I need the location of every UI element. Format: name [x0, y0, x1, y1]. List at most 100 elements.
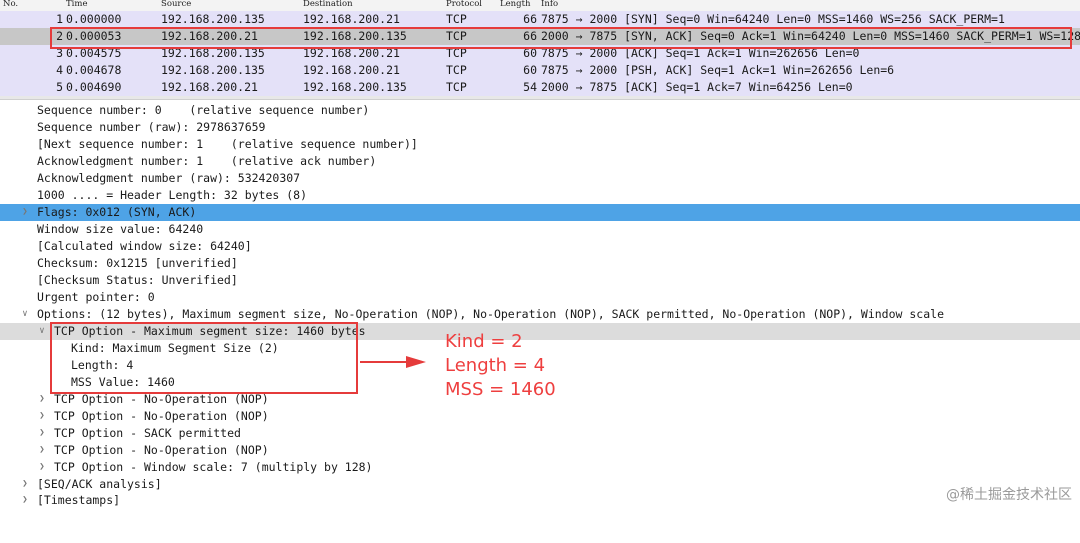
packet-row[interactable]: 5 0.004690 192.168.200.21 192.168.200.13…: [0, 79, 1080, 96]
packet-no: 4: [56, 63, 63, 77]
detail-text: MSS Value: 1460: [71, 375, 175, 389]
detail-text: Checksum: 0x1215 [unverified]: [37, 256, 238, 270]
expand-chevron-icon[interactable]: ❯: [37, 459, 47, 476]
packet-row-selected[interactable]: 2 0.000053 192.168.200.21 192.168.200.13…: [0, 28, 1080, 45]
annotation-arrow-icon: [360, 356, 426, 368]
column-header-info[interactable]: Info: [541, 0, 558, 9]
packet-protocol: TCP: [446, 46, 467, 60]
packet-destination: 192.168.200.135: [303, 29, 407, 43]
detail-text: Urgent pointer: 0: [37, 290, 155, 304]
packet-length: 60: [523, 63, 537, 77]
detail-row[interactable]: 1000 .... = Header Length: 32 bytes (8): [0, 187, 1080, 204]
packet-protocol: TCP: [446, 29, 467, 43]
expand-chevron-icon[interactable]: ❯: [37, 425, 47, 442]
detail-text: [Calculated window size: 64240]: [37, 239, 252, 253]
column-header-length[interactable]: Length: [500, 0, 530, 9]
detail-row[interactable]: ❯ TCP Option - No-Operation (NOP): [0, 408, 1080, 425]
packet-no: 2: [56, 29, 63, 43]
packet-row[interactable]: 3 0.004575 192.168.200.135 192.168.200.2…: [0, 45, 1080, 62]
column-header-protocol[interactable]: Protocol: [446, 0, 482, 9]
detail-text: TCP Option - No-Operation (NOP): [54, 392, 269, 406]
packet-source: 192.168.200.135: [161, 12, 265, 26]
detail-text: Kind: Maximum Segment Size (2): [71, 341, 279, 355]
column-header-time[interactable]: Time: [66, 0, 87, 9]
packet-time: 0.004575: [66, 46, 122, 60]
packet-destination: 192.168.200.21: [303, 63, 400, 77]
expand-chevron-icon[interactable]: ❯: [20, 204, 30, 221]
packet-source: 192.168.200.135: [161, 63, 265, 77]
expand-chevron-icon[interactable]: ❯: [37, 442, 47, 459]
detail-row-mss-option[interactable]: ∨ TCP Option - Maximum segment size: 146…: [0, 323, 1080, 340]
packet-list-header: No. Time Source Destination Protocol Len…: [0, 0, 1080, 11]
detail-row[interactable]: Urgent pointer: 0: [0, 289, 1080, 306]
packet-info: 7875 → 2000 [ACK] Seq=1 Ack=1 Win=262656…: [541, 46, 860, 60]
annotation-mss: MSS = 1460: [445, 379, 556, 400]
detail-row[interactable]: ❯ [Timestamps]: [0, 492, 1080, 509]
column-header-no[interactable]: No.: [3, 0, 18, 9]
annotation-length: Length = 4: [445, 355, 546, 376]
column-header-destination[interactable]: Destination: [303, 0, 353, 9]
packet-time: 0.000000: [66, 12, 122, 26]
detail-text: [Checksum Status: Unverified]: [37, 273, 238, 287]
packet-protocol: TCP: [446, 63, 467, 77]
detail-row-flags[interactable]: ❯ Flags: 0x012 (SYN, ACK): [0, 204, 1080, 221]
packet-source: 192.168.200.21: [161, 29, 258, 43]
detail-row[interactable]: ❯ TCP Option - No-Operation (NOP): [0, 442, 1080, 459]
detail-text: Acknowledgment number (raw): 532420307: [37, 171, 301, 185]
detail-text: Flags: 0x012 (SYN, ACK): [37, 205, 197, 219]
packet-time: 0.004678: [66, 63, 122, 77]
detail-text: TCP Option - No-Operation (NOP): [54, 443, 269, 457]
watermark: @稀土掘金技术社区: [946, 487, 1072, 503]
packet-destination: 192.168.200.21: [303, 46, 400, 60]
packet-row[interactable]: 1 0.000000 192.168.200.135 192.168.200.2…: [0, 11, 1080, 28]
collapse-chevron-icon[interactable]: ∨: [37, 323, 47, 340]
pane-divider[interactable]: [0, 96, 1080, 100]
detail-row[interactable]: Acknowledgment number (raw): 532420307: [0, 170, 1080, 187]
detail-row[interactable]: [Checksum Status: Unverified]: [0, 272, 1080, 289]
detail-row[interactable]: ❯ [SEQ/ACK analysis]: [0, 476, 1080, 493]
packet-length: 60: [523, 46, 537, 60]
detail-row[interactable]: Acknowledgment number: 1 (relative ack n…: [0, 153, 1080, 170]
detail-text: 1000 .... = Header Length: 32 bytes (8): [37, 188, 308, 202]
packet-length: 66: [523, 12, 537, 26]
packet-length: 66: [523, 29, 537, 43]
packet-info: 7875 → 2000 [PSH, ACK] Seq=1 Ack=1 Win=2…: [541, 63, 895, 77]
expand-chevron-icon[interactable]: ❯: [20, 476, 30, 493]
detail-text: Sequence number (raw): 2978637659: [37, 120, 266, 134]
annotation-kind: Kind = 2: [445, 331, 523, 352]
detail-row[interactable]: [Calculated window size: 64240]: [0, 238, 1080, 255]
column-header-source[interactable]: Source: [161, 0, 191, 9]
packet-length: 54: [523, 80, 537, 94]
detail-row[interactable]: [Next sequence number: 1 (relative seque…: [0, 136, 1080, 153]
detail-text: Options: (12 bytes), Maximum segment siz…: [37, 307, 944, 321]
packet-row[interactable]: 4 0.004678 192.168.200.135 192.168.200.2…: [0, 62, 1080, 79]
detail-text: [Next sequence number: 1 (relative seque…: [37, 137, 418, 151]
detail-text: [Timestamps]: [37, 493, 121, 507]
packet-no: 1: [56, 12, 63, 26]
collapse-chevron-icon[interactable]: ∨: [20, 306, 30, 323]
expand-chevron-icon[interactable]: ❯: [37, 391, 47, 408]
detail-row-options[interactable]: ∨ Options: (12 bytes), Maximum segment s…: [0, 306, 1080, 323]
detail-row[interactable]: Window size value: 64240: [0, 221, 1080, 238]
packet-destination: 192.168.200.21: [303, 12, 400, 26]
packet-source: 192.168.200.21: [161, 80, 258, 94]
detail-text: Length: 4: [71, 358, 134, 372]
packet-protocol: TCP: [446, 12, 467, 26]
detail-text: [SEQ/ACK analysis]: [37, 477, 162, 491]
detail-text: TCP Option - Window scale: 7 (multiply b…: [54, 460, 373, 474]
expand-chevron-icon[interactable]: ❯: [20, 492, 30, 509]
packet-no: 3: [56, 46, 63, 60]
detail-row[interactable]: Checksum: 0x1215 [unverified]: [0, 255, 1080, 272]
packet-info: 7875 → 2000 [SYN] Seq=0 Win=64240 Len=0 …: [541, 12, 1005, 26]
detail-row[interactable]: ❯ TCP Option - Window scale: 7 (multiply…: [0, 459, 1080, 476]
packet-info: 2000 → 7875 [SYN, ACK] Seq=0 Ack=1 Win=6…: [541, 29, 1080, 43]
packet-source: 192.168.200.135: [161, 46, 265, 60]
detail-row[interactable]: ❯ TCP Option - SACK permitted: [0, 425, 1080, 442]
detail-row[interactable]: Sequence number: 0 (relative sequence nu…: [0, 102, 1080, 119]
detail-row[interactable]: Sequence number (raw): 2978637659: [0, 119, 1080, 136]
detail-text: Acknowledgment number: 1 (relative ack n…: [37, 154, 377, 168]
packet-no: 5: [56, 80, 63, 94]
expand-chevron-icon[interactable]: ❯: [37, 408, 47, 425]
detail-text: Window size value: 64240: [37, 222, 204, 236]
packet-destination: 192.168.200.135: [303, 80, 407, 94]
